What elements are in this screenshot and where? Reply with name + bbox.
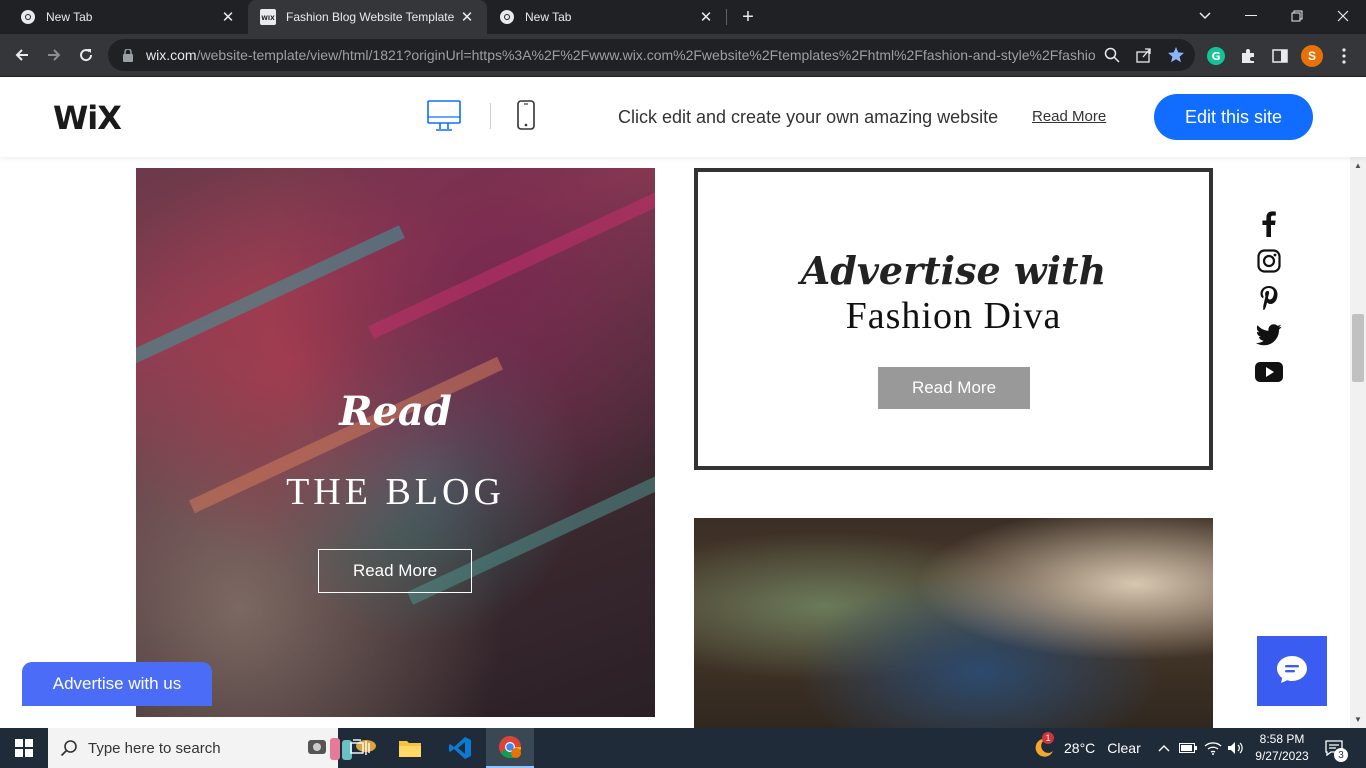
browser-toolbar: wix.com/website-template/view/html/1821?…	[0, 34, 1366, 77]
side-panel-icon[interactable]	[1268, 44, 1292, 68]
tab-new-tab-1[interactable]: New Tab ✕	[0, 0, 248, 34]
wix-preview-bar: WiX Click edit and create your own amazi…	[0, 77, 1366, 157]
svg-text:WIX: WIX	[261, 15, 275, 22]
minimize-button[interactable]	[1228, 0, 1274, 32]
new-tab-button[interactable]: +	[736, 5, 760, 29]
advertise-with-us-button[interactable]: Advertise with us	[22, 662, 212, 706]
advertise-title: Fashion Diva	[845, 295, 1062, 337]
advertise-card: Advertise with Fashion Diva Read More	[694, 168, 1213, 470]
grammarly-icon[interactable]: G	[1204, 44, 1228, 68]
mobile-view-icon[interactable]	[516, 99, 540, 133]
clock-date: 9/27/2023	[1255, 749, 1309, 763]
promo-text: Click edit and create your own amazing w…	[618, 107, 999, 127]
extensions-icon[interactable]	[1236, 44, 1260, 68]
tab-new-tab-2[interactable]: New Tab ✕	[487, 0, 726, 34]
pattern-stripe	[368, 191, 655, 339]
blog-read-more-button[interactable]: Read More	[318, 549, 472, 593]
blog-script-heading: Read	[339, 388, 452, 435]
advertise-script-heading: Advertise with	[800, 248, 1107, 293]
search-placeholder: Type here to search	[88, 739, 221, 757]
desktop-view-icon[interactable]	[426, 99, 462, 133]
notification-count: 3	[1334, 748, 1348, 762]
pattern-stripe	[136, 225, 405, 365]
search-icon	[60, 739, 78, 757]
tab-title: New Tab	[525, 10, 572, 24]
advertise-read-more-button[interactable]: Read More	[878, 367, 1030, 409]
tab-title: New Tab	[46, 10, 93, 24]
vscode-icon[interactable]	[436, 728, 484, 768]
edit-this-site-button[interactable]: Edit this site	[1154, 94, 1313, 140]
blog-title: THE BLOG	[286, 471, 505, 513]
taskbar-clock[interactable]: 8:58 PM 9/27/2023	[1252, 731, 1312, 765]
windows-start-icon[interactable]	[0, 728, 48, 768]
svg-text:G: G	[1211, 50, 1220, 63]
youtube-icon[interactable]	[1254, 357, 1284, 387]
weather-widget[interactable]: 1 28°C Clear	[1032, 728, 1141, 768]
bookmark-star-icon[interactable]	[1166, 45, 1186, 65]
back-button[interactable]	[8, 41, 36, 69]
close-window-button[interactable]	[1320, 0, 1366, 32]
moon-weather-icon: 1	[1032, 732, 1056, 760]
page-scrollbar[interactable]	[1350, 157, 1366, 728]
instagram-icon[interactable]	[1254, 246, 1284, 276]
share-icon[interactable]	[1134, 45, 1154, 65]
twitter-icon[interactable]	[1254, 320, 1284, 350]
profile-avatar[interactable]: S	[1300, 44, 1324, 68]
device-separator	[490, 103, 491, 129]
chat-button[interactable]	[1257, 636, 1327, 706]
weather-temp: 28°C	[1064, 740, 1096, 756]
blog-card: Read THE BLOG Read More	[136, 168, 655, 717]
weather-badge: 1	[1042, 732, 1054, 744]
task-view-icon[interactable]	[336, 728, 384, 768]
tab-fashion-blog[interactable]: WIX Fashion Blog Website Template | ✕	[248, 0, 487, 34]
wix-favicon-icon: WIX	[260, 9, 276, 25]
tab-separator	[726, 9, 727, 25]
site-content: Read THE BLOG Read More Advertise with F…	[0, 157, 1350, 728]
windows-taskbar: Type here to search 1 28°C Clear 8:58 PM…	[0, 728, 1366, 768]
facebook-icon[interactable]	[1254, 209, 1284, 239]
weather-condition: Clear	[1107, 740, 1141, 756]
profile-initial: S	[1307, 49, 1316, 63]
forward-button[interactable]	[40, 41, 68, 69]
wix-logo[interactable]: WiX	[53, 99, 122, 137]
url-text: wix.com/website-template/view/html/1821?…	[146, 47, 1096, 63]
chrome-icon	[499, 9, 515, 25]
file-explorer-icon[interactable]	[386, 728, 434, 768]
chrome-icon	[20, 9, 36, 25]
taskbar-search-box[interactable]: Type here to search	[48, 728, 376, 768]
scrollbar-thumb[interactable]	[1352, 314, 1364, 382]
close-tab-icon[interactable]: ✕	[696, 7, 716, 27]
pinterest-icon[interactable]	[1254, 283, 1284, 313]
lock-icon[interactable]	[120, 48, 136, 62]
tab-search-chevron-icon[interactable]	[1182, 0, 1228, 32]
close-tab-icon[interactable]: ✕	[218, 7, 238, 27]
chrome-taskbar-icon[interactable]	[486, 728, 534, 768]
tray-chevron-up-icon[interactable]	[1154, 738, 1174, 758]
tab-title: Fashion Blog Website Template |	[286, 10, 457, 24]
browser-tab-strip: New Tab ✕ WIX Fashion Blog Website Templ…	[0, 0, 1366, 34]
battery-icon[interactable]	[1178, 738, 1198, 758]
promo-read-more-link[interactable]: Read More	[1032, 108, 1106, 125]
scroll-up-arrow-icon[interactable]: ▲	[1350, 158, 1366, 172]
chrome-menu-icon[interactable]	[1332, 44, 1356, 68]
clock-time: 8:58 PM	[1259, 732, 1305, 746]
reload-button[interactable]	[72, 41, 100, 69]
close-tab-icon[interactable]: ✕	[457, 7, 477, 27]
chat-bubble-icon	[1275, 654, 1309, 689]
wifi-icon[interactable]	[1203, 738, 1223, 758]
fashion-photo-card	[694, 518, 1213, 728]
address-bar[interactable]: wix.com/website-template/view/html/1821?…	[108, 39, 1195, 71]
zoom-icon[interactable]	[1102, 45, 1122, 65]
restore-button[interactable]	[1274, 0, 1320, 32]
scroll-down-arrow-icon[interactable]: ▼	[1350, 712, 1366, 726]
volume-icon[interactable]	[1226, 738, 1246, 758]
